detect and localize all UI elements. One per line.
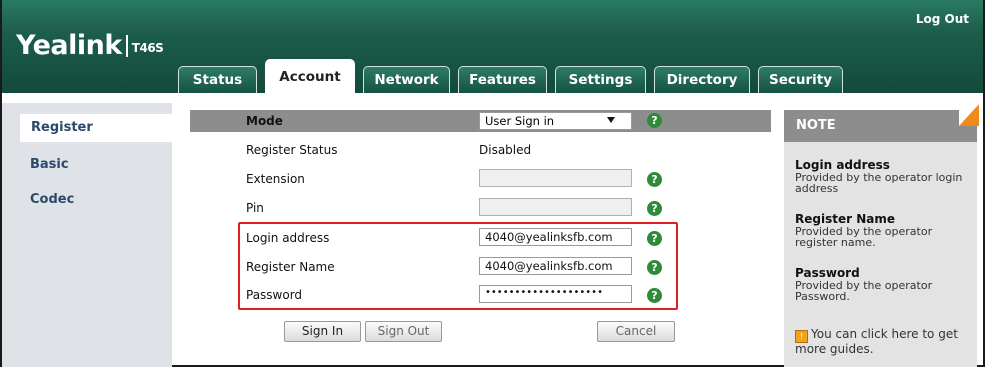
header-bar: Yealink T46S Log Out Status Account Netwo…: [2, 0, 983, 94]
sign-out-button[interactable]: Sign Out: [365, 321, 442, 342]
sidebar: Register Basic Codec: [2, 103, 172, 367]
logout-link[interactable]: Log Out: [916, 12, 969, 26]
sidebar-item-basic[interactable]: Basic: [30, 157, 69, 172]
note-password: Password Provided by the operator Passwor…: [795, 266, 933, 303]
tab-status[interactable]: Status: [178, 66, 257, 93]
register-name-field[interactable]: 4040@yealinksfb.com: [479, 257, 632, 275]
pin-label: Pin: [246, 201, 264, 215]
help-icon[interactable]: ?: [647, 201, 662, 216]
cancel-button[interactable]: Cancel: [597, 321, 675, 342]
register-status-label: Register Status: [246, 143, 338, 157]
tab-features[interactable]: Features: [458, 66, 547, 93]
help-icon[interactable]: ?: [647, 260, 662, 275]
tab-settings[interactable]: Settings: [555, 66, 646, 93]
password-field[interactable]: ••••••••••••••••••••: [479, 285, 632, 303]
help-icon[interactable]: ?: [647, 288, 662, 303]
note-login-address: Login address Provided by the operator lo…: [795, 158, 963, 195]
login-address-field[interactable]: 4040@yealinksfb.com: [479, 228, 632, 246]
note-title: NOTE: [796, 118, 836, 133]
mode-label: Mode: [246, 114, 283, 128]
tab-account[interactable]: Account: [265, 59, 355, 94]
password-label: Password: [246, 288, 303, 302]
yealink-logo: Yealink T46S: [16, 30, 164, 61]
register-status-value: Disabled: [479, 143, 532, 157]
dropdown-arrow-icon: [607, 117, 615, 123]
pin-field[interactable]: [479, 198, 632, 216]
extension-field[interactable]: [479, 169, 632, 187]
mode-select[interactable]: User Sign in: [479, 112, 632, 130]
more-guides-link[interactable]: ! You can click here to get more guides.: [795, 328, 970, 356]
help-icon[interactable]: ?: [647, 231, 662, 246]
note-register-name: Register Name Provided by the operator re…: [795, 212, 933, 249]
tab-network[interactable]: Network: [363, 66, 450, 93]
sidebar-item-register[interactable]: Register: [20, 114, 172, 142]
main-tabs: Status Account Network Features Settings…: [178, 58, 851, 94]
register-name-label: Register Name: [246, 260, 335, 274]
login-address-label: Login address: [246, 231, 330, 245]
help-icon[interactable]: ?: [647, 113, 662, 128]
help-icon[interactable]: ?: [647, 172, 662, 187]
tab-directory[interactable]: Directory: [654, 66, 750, 93]
tab-security[interactable]: Security: [758, 66, 843, 93]
extension-label: Extension: [246, 172, 305, 186]
sidebar-item-codec[interactable]: Codec: [30, 192, 74, 207]
sign-in-button[interactable]: Sign In: [284, 321, 361, 342]
mode-select-value: User Sign in: [485, 114, 555, 128]
